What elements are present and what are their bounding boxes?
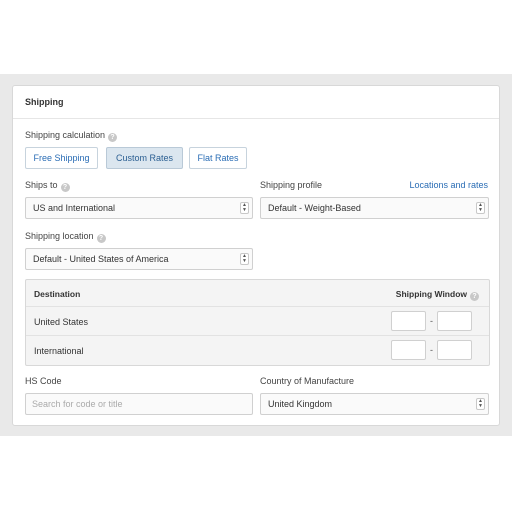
free-shipping-button[interactable]: Free Shipping (25, 147, 98, 169)
range-separator: - (430, 345, 433, 355)
flat-rates-button[interactable]: Flat Rates (189, 147, 247, 169)
country-of-manufacture-label: Country of Manufacture (260, 376, 355, 386)
hs-code-label: HS Code (25, 376, 62, 386)
shipping-location-label: Shipping location? (25, 231, 106, 243)
window-max-input[interactable] (437, 311, 472, 331)
ships-to-label: Ships to? (25, 180, 70, 192)
country-of-manufacture-select[interactable]: United Kingdom ▲ ▼ (260, 393, 489, 415)
range-separator: - (430, 316, 433, 326)
help-icon[interactable]: ? (108, 133, 118, 142)
shipping-location-select[interactable]: Default - United States of America ▲ ▼ (25, 248, 253, 270)
destination-cell: United States (34, 317, 89, 327)
up-down-arrows-icon: ▲ ▼ (240, 202, 249, 214)
shipping-calculation-label: Shipping calculation? (25, 130, 118, 142)
window-min-input[interactable] (391, 311, 426, 331)
up-down-arrows-icon: ▲ ▼ (240, 253, 249, 265)
table-header: Destination Shipping Window? (26, 280, 489, 307)
locations-and-rates-link[interactable]: Locations and rates (409, 180, 488, 190)
up-down-arrows-icon: ▲ ▼ (476, 398, 485, 410)
up-down-arrows-icon: ▲ ▼ (476, 202, 485, 214)
table-row: International - (26, 336, 489, 365)
shipping-profile-select[interactable]: Default - Weight-Based ▲ ▼ (260, 197, 489, 219)
shipping-window-header: Shipping Window? (396, 289, 479, 301)
help-icon[interactable]: ? (470, 292, 479, 301)
destination-cell: International (34, 346, 84, 356)
shipping-profile-label: Shipping profile (260, 180, 323, 190)
help-icon[interactable]: ? (60, 183, 70, 192)
card-title: Shipping (25, 97, 64, 107)
table-row: United States - (26, 307, 489, 336)
ships-to-select[interactable]: US and International ▲ ▼ (25, 197, 253, 219)
window-min-input[interactable] (391, 340, 426, 360)
card-header: Shipping (13, 86, 499, 119)
help-icon[interactable]: ? (96, 234, 106, 243)
destination-header: Destination (34, 289, 81, 299)
shipping-window-table: Destination Shipping Window? United Stat… (25, 279, 490, 366)
window-max-input[interactable] (437, 340, 472, 360)
shipping-card: Shipping Shipping calculation? Free Ship… (12, 85, 500, 426)
custom-rates-button[interactable]: Custom Rates (106, 147, 183, 169)
hs-code-search-input[interactable]: Search for code or title (25, 393, 253, 415)
